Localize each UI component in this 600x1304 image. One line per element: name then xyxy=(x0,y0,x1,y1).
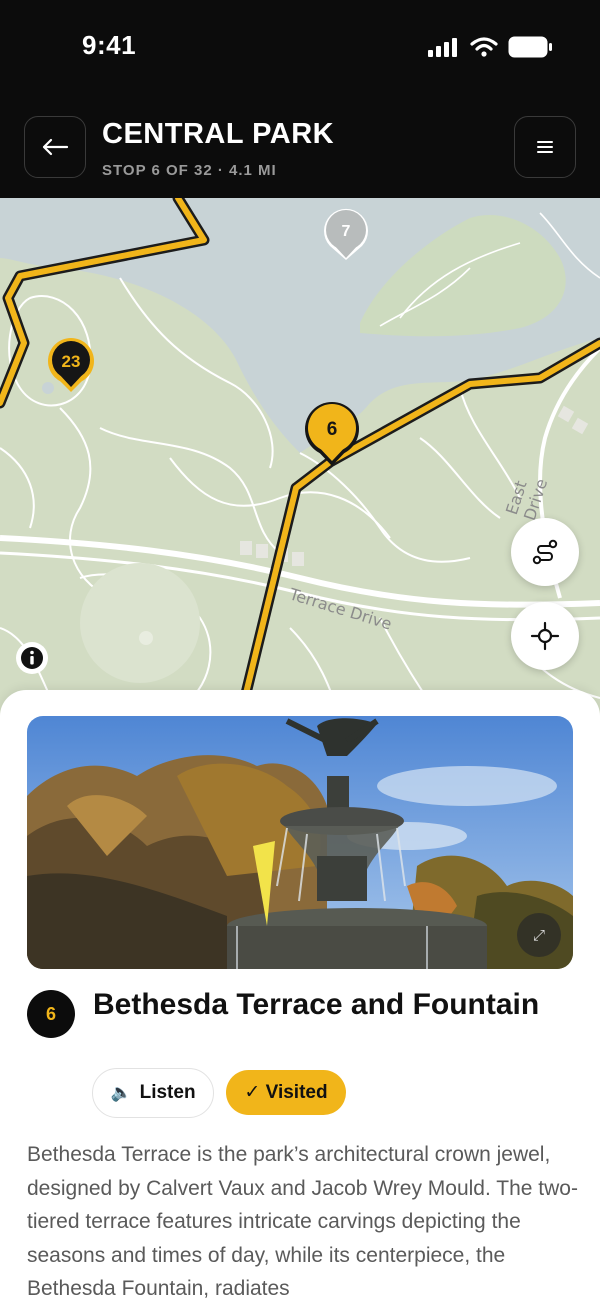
battery-icon xyxy=(508,36,552,58)
tour-progress: STOP 6 OF 32 · 4.1 MI xyxy=(102,162,277,179)
locate-icon xyxy=(530,621,560,651)
listen-label: Listen xyxy=(139,1082,196,1103)
screen: 9:41 CENTRAL PARK STOP 6 OF 32 · 4.1 MI … xyxy=(0,0,600,1304)
visited-label: ✓ Visited xyxy=(244,1082,328,1103)
marker-6-label: 6 xyxy=(327,419,338,440)
signal-icon xyxy=(428,38,457,57)
marker-23-label: 23 xyxy=(62,352,81,371)
marker-7-label: 7 xyxy=(342,223,351,240)
header: CENTRAL PARK STOP 6 OF 32 · 4.1 MI xyxy=(0,100,600,198)
speaker-icon: 🔈 xyxy=(110,1083,132,1102)
visited-button[interactable]: ✓ Visited xyxy=(226,1070,346,1115)
wifi-icon xyxy=(470,37,498,57)
locate-me-button[interactable] xyxy=(511,602,579,670)
listen-button[interactable]: 🔈 Listen xyxy=(92,1068,214,1118)
status-bar: 9:41 xyxy=(0,0,600,100)
stop-description: Bethesda Terrace is the park’s architect… xyxy=(27,1143,578,1300)
menu-button[interactable] xyxy=(514,116,576,178)
map-info-button[interactable] xyxy=(16,642,48,674)
back-button[interactable] xyxy=(24,116,86,178)
route-overview-button[interactable] xyxy=(511,518,579,586)
expand-icon: ⤢ xyxy=(532,926,545,944)
stop-detail-sheet: ⤢ 6 Bethesda Terrace and Fountain 🔈 List… xyxy=(0,690,600,1304)
status-icons xyxy=(428,36,552,58)
stop-photo[interactable]: ⤢ xyxy=(27,716,573,969)
info-icon xyxy=(21,647,43,669)
map-marker-23[interactable]: 23 xyxy=(48,338,94,392)
map[interactable]: 7 23 6 Terrace Drive East Drive xyxy=(0,198,600,718)
expand-photo-button[interactable]: ⤢ xyxy=(517,913,561,957)
stop-number-badge: 6 xyxy=(27,990,75,1038)
arrow-left-icon xyxy=(42,138,69,156)
route-icon xyxy=(532,539,558,565)
fountain-photo xyxy=(27,716,573,969)
page-title: CENTRAL PARK xyxy=(102,118,335,150)
menu-icon xyxy=(537,141,553,153)
stop-title: Bethesda Terrace and Fountain xyxy=(93,988,540,1021)
status-time: 9:41 xyxy=(82,30,137,60)
map-canvas: 7 23 6 xyxy=(0,198,600,718)
